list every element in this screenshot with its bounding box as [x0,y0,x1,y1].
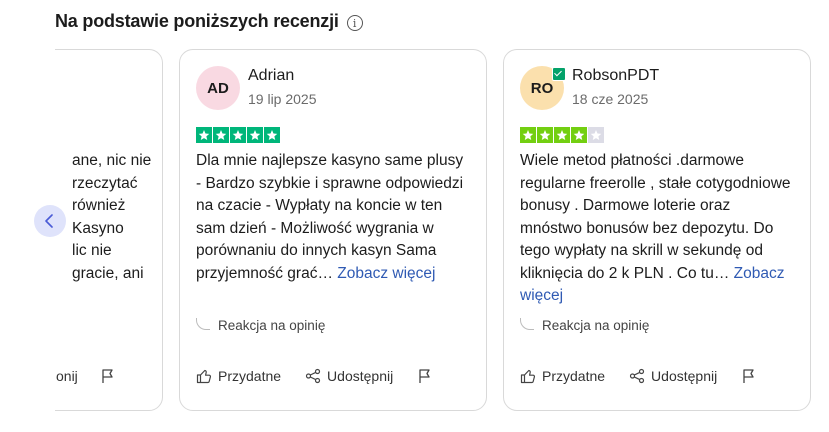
review-text-line: również [72,197,126,214]
review-card: AD Adrian 19 lip 2025 Dla mnie najlepsze… [179,49,487,411]
avatar-initials: AD [207,79,229,97]
review-text-line: Kasyno [72,219,124,237]
reaction-label: Reakcja na opinię [218,318,326,333]
flag-icon[interactable] [100,368,116,384]
share-icon [305,368,321,384]
star-icon [230,127,246,143]
verified-badge-icon [552,67,566,81]
info-icon[interactable]: i [346,15,363,31]
chevron-left-icon [45,214,53,228]
review-text-line: lic nie [72,242,112,259]
star-icon [520,127,536,143]
share-button[interactable]: Udostępnij [305,368,393,384]
review-date: 18 cze 2025 [572,91,649,107]
share-button[interactable]: Udostępnij [629,368,717,384]
reply-reaction[interactable]: Reakcja na opinię [196,317,326,333]
useful-label: Przydatne [542,368,606,384]
useful-button[interactable]: Przydatne [196,368,281,384]
flag-icon[interactable] [741,368,757,384]
reply-arrow-icon [196,317,210,330]
review-actions: onij [56,368,116,384]
useful-label: Przydatne [218,368,282,384]
star-empty-icon [588,127,604,143]
reply-arrow-icon [520,317,534,330]
useful-button[interactable]: Przydatne [520,368,605,384]
review-text-line: rzeczytać [72,174,138,192]
share-icon [629,368,645,384]
thumbs-up-icon [520,369,536,384]
review-actions: Przydatne Udostępnij [196,368,433,384]
avatar: AD [196,66,240,110]
star-icon [247,127,263,143]
reviews-carousel: ane, nic nie rzeczytać również Kasyno li… [55,48,829,412]
share-button[interactable]: onij [56,368,78,384]
share-label: Udostępnij [327,368,394,384]
section-heading: Na podstawie poniższych recenzji i [55,11,363,32]
star-icon [213,127,229,143]
review-body: Dla mnie najlepsze kasyno same plusy - B… [196,152,464,282]
reviewer-name[interactable]: Adrian [248,67,294,85]
star-rating [196,127,280,143]
star-rating [520,127,604,143]
share-label: onij [56,368,78,384]
review-text-line: gracie, ani [72,264,144,282]
review-text: ane, nic nie rzeczytać również Kasyno li… [55,150,164,285]
star-icon [537,127,553,143]
see-more-link[interactable]: Zobacz więcej [337,265,435,282]
review-body: Wiele metod płatności .darmowe regularne… [520,152,791,282]
share-label: Udostępnij [651,368,718,384]
review-text: Dla mnie najlepsze kasyno same plusy - B… [196,150,472,285]
star-icon [264,127,280,143]
review-card: ane, nic nie rzeczytać również Kasyno li… [55,49,163,411]
reaction-label: Reakcja na opinię [542,318,650,333]
carousel-prev-button[interactable] [34,205,66,237]
star-icon [554,127,570,143]
review-text: Wiele metod płatności .darmowe regularne… [520,150,796,308]
star-icon [196,127,212,143]
review-text-line: ane, nic nie [72,152,152,169]
star-icon [571,127,587,143]
thumbs-up-icon [196,369,212,384]
section-title: Na podstawie poniższych recenzji [55,11,339,31]
avatar-initials: RO [530,79,554,97]
review-date: 19 lip 2025 [248,91,317,107]
review-card: RO RobsonPDT 18 cze 2025 Wiele metod pła… [503,49,811,411]
reply-reaction[interactable]: Reakcja na opinię [520,317,650,333]
reviewer-name[interactable]: RobsonPDT [572,67,659,85]
review-actions: Przydatne Udostępnij [520,368,757,384]
flag-icon[interactable] [417,368,433,384]
